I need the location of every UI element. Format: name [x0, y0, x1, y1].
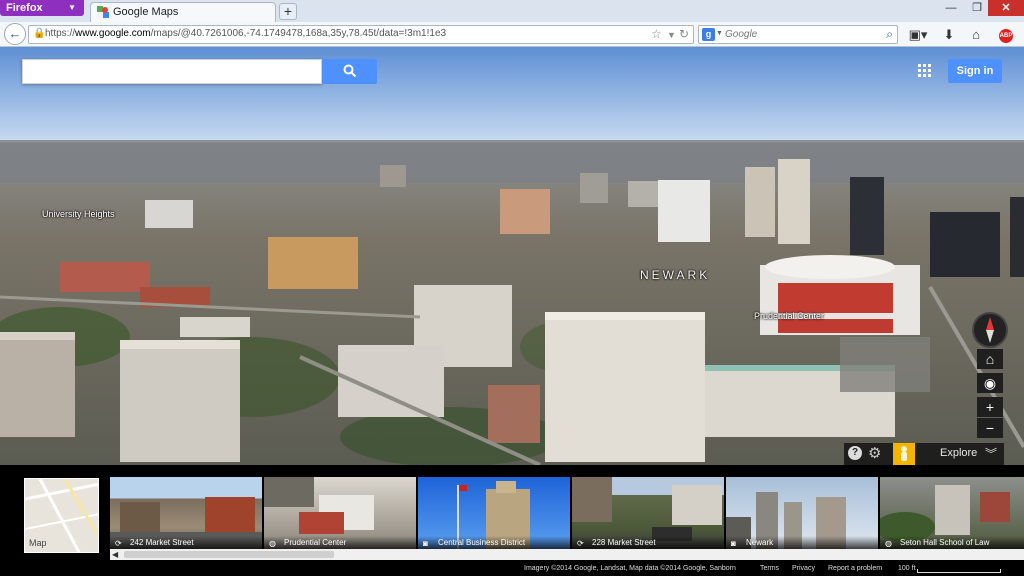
navigation-toolbar: ← 🔒 https://www.google.com/maps/@40.7261… [0, 22, 1024, 47]
privacy-link[interactable]: Privacy [792, 565, 815, 572]
camera-icon: ◙ [731, 539, 736, 548]
tilt-view-button[interactable]: ⌂ [977, 349, 1003, 369]
satellite-imagery [0, 47, 1024, 465]
bookmarks-menu-icon[interactable]: ▣▾ [906, 25, 930, 44]
photo-caption: Central Business District [438, 538, 526, 547]
explore-label[interactable]: Explore [940, 447, 977, 459]
back-button[interactable]: ← [4, 23, 26, 45]
compass-needle-icon [986, 317, 994, 343]
photo-thumbnail[interactable]: ◍ Seton Hall School of Law [880, 477, 1024, 549]
map-label-university-heights[interactable]: University Heights [42, 209, 115, 219]
terms-link[interactable]: Terms [760, 565, 779, 572]
scroll-left-icon[interactable]: ◀ [112, 549, 118, 560]
map-label-newark[interactable]: NEWARK [640, 268, 710, 282]
url-text: https://www.google.com/maps/@40.7261006,… [45, 28, 447, 39]
download-icon[interactable]: ⬇ [940, 25, 958, 44]
chevron-down-icon: ▼ [716, 30, 723, 37]
web-search-bar[interactable]: g ▼ Google ⌕ [698, 25, 898, 44]
photo-caption: Newark [746, 538, 774, 547]
photo-strip: Map ⟳ 242 Market Street ◍ Prudential Cen… [0, 465, 1024, 563]
globe-icon: ◍ [269, 539, 276, 548]
photo-thumbnail[interactable]: ◙ Newark [726, 477, 878, 549]
photo-thumbnail[interactable]: ⟳ 228 Market Street [572, 477, 724, 549]
zoom-out-button[interactable]: − [977, 418, 1003, 438]
scale-label[interactable]: 100 ft [898, 565, 916, 572]
globe-icon: ◍ [885, 539, 892, 548]
imagery-attribution: Imagery ©2014 Google, Landsat, Map data … [524, 565, 736, 572]
adblock-icon[interactable]: ABP [994, 25, 1018, 44]
photo-caption: Seton Hall School of Law [900, 538, 990, 547]
maps-search-button[interactable] [322, 59, 377, 84]
reload-icon[interactable]: ↻ [679, 27, 689, 41]
photo-strip-scrollbar[interactable]: ◀ [110, 549, 1024, 560]
help-icon[interactable]: ? [848, 446, 862, 460]
google-engine-icon[interactable]: g [702, 28, 715, 41]
firefox-menu-label: Firefox [6, 2, 43, 14]
photo-caption: 228 Market Street [592, 538, 656, 547]
browser-tab[interactable]: Google Maps [90, 2, 276, 22]
panorama-icon: ⟳ [577, 539, 584, 548]
map-3d-view[interactable]: Sign in University Heights NEWARK Pruden… [0, 47, 1024, 465]
gear-icon[interactable]: ⚙ [868, 444, 881, 462]
photo-thumbnail[interactable]: ⟳ 242 Market Street [110, 477, 262, 549]
search-icon[interactable]: ⌕ [886, 27, 893, 42]
photo-caption: Prudential Center [284, 538, 347, 547]
compass-control[interactable] [972, 312, 1008, 348]
chevron-down-icon[interactable]: ︾ [985, 445, 997, 462]
maximize-button[interactable]: ❐ [964, 0, 990, 16]
minimize-button[interactable]: — [938, 0, 964, 16]
home-icon[interactable]: ⌂ [966, 25, 986, 44]
web-search-placeholder: Google [725, 29, 758, 40]
scale-bar[interactable] [917, 569, 1001, 573]
photo-thumbnail[interactable]: ◙ Central Business District [418, 477, 570, 549]
maps-search-input[interactable] [22, 59, 322, 84]
chevron-down-icon: ▼ [68, 3, 76, 12]
zoom-in-button[interactable]: + [977, 397, 1003, 417]
report-problem-link[interactable]: Report a problem [828, 565, 882, 572]
title-bar: Firefox ▼ Google Maps + — ❐ ✕ [0, 0, 1024, 22]
rotate-view-button[interactable]: ◉ [977, 373, 1003, 393]
bookmark-star-icon[interactable]: ☆ [651, 27, 662, 41]
panorama-icon: ⟳ [115, 539, 122, 548]
google-maps-favicon-icon [97, 6, 109, 18]
new-tab-button[interactable]: + [279, 3, 297, 20]
tab-title: Google Maps [113, 6, 179, 18]
minimap-button[interactable]: Map [24, 478, 99, 553]
close-window-button[interactable]: ✕ [988, 0, 1024, 16]
sign-in-button[interactable]: Sign in [948, 59, 1002, 83]
photo-thumbnail[interactable]: ◍ Prudential Center [264, 477, 416, 549]
street-view-person-icon [901, 446, 907, 461]
pegman-icon[interactable] [893, 443, 915, 465]
url-bar[interactable]: 🔒 https://www.google.com/maps/@40.726100… [28, 25, 694, 44]
firefox-menu-button[interactable]: Firefox ▼ [0, 0, 84, 16]
map-label-prudential-center[interactable]: Prudential Center [754, 311, 824, 321]
scrollbar-thumb[interactable] [124, 551, 334, 558]
search-icon [343, 64, 356, 78]
apps-grid-icon[interactable] [918, 64, 932, 78]
map-footer: Imagery ©2014 Google, Landsat, Map data … [0, 563, 1024, 576]
camera-icon: ◙ [423, 539, 428, 548]
url-dropdown-icon[interactable]: ▼ [667, 30, 676, 40]
lock-icon: 🔒 [33, 28, 46, 39]
photo-caption: 242 Market Street [130, 538, 194, 547]
minimap-label: Map [29, 538, 47, 548]
